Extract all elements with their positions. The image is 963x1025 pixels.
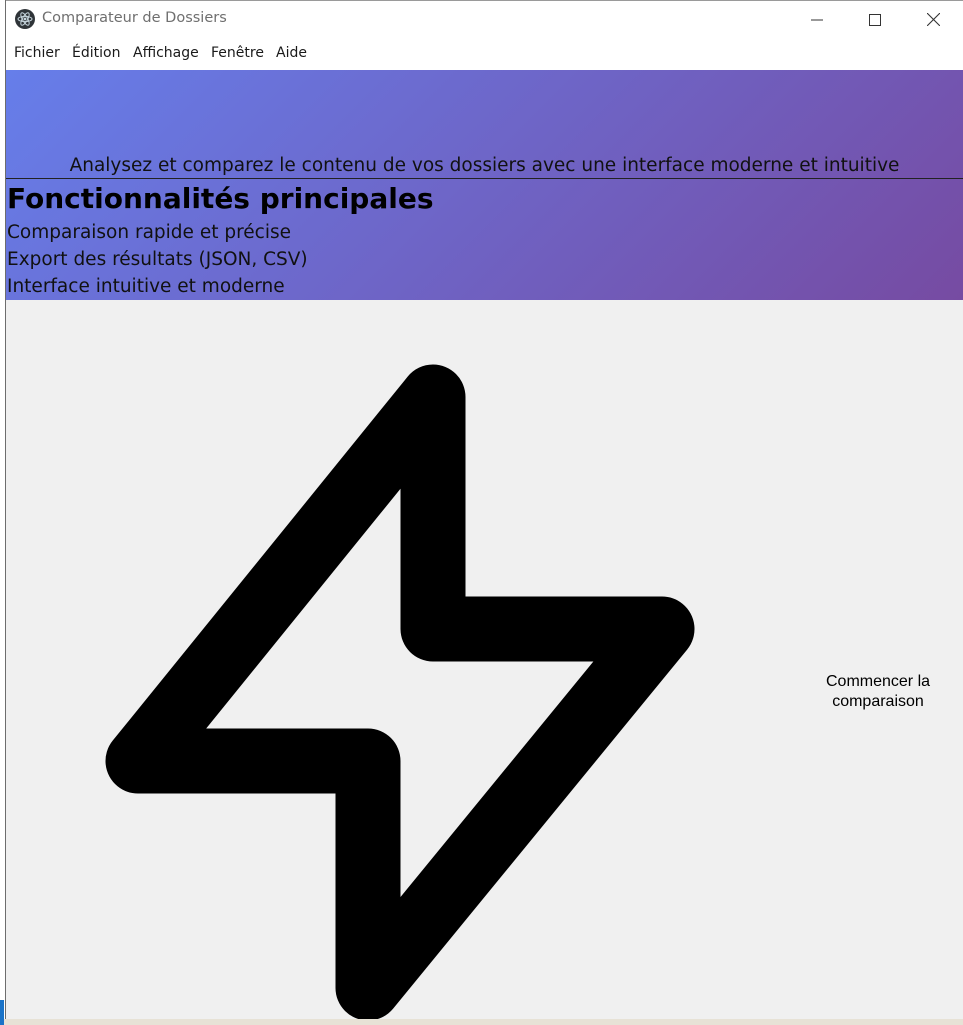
hero-banner: Analysez et comparez le contenu de vos d… bbox=[6, 70, 963, 300]
title-bar[interactable]: Comparateur de Dossiers bbox=[6, 0, 963, 38]
hero-subtitle: Analysez et comparez le contenu de vos d… bbox=[69, 155, 900, 176]
features-title: Fonctionnalités principales bbox=[7, 182, 434, 215]
start-button-label-line1: Commencer la bbox=[825, 673, 931, 690]
maximize-button[interactable] bbox=[846, 1, 904, 38]
close-icon bbox=[926, 13, 940, 26]
start-comparison-button[interactable]: Commencer la comparaison bbox=[796, 672, 960, 712]
menu-fenetre[interactable]: Fenêtre bbox=[211, 45, 264, 61]
app-window: Comparateur de Dossiers Fichier Édition … bbox=[0, 0, 963, 1025]
taskbar-indicator bbox=[0, 1000, 4, 1025]
close-button[interactable] bbox=[904, 1, 962, 38]
window-title: Comparateur de Dossiers bbox=[42, 10, 227, 26]
taskbar-strip bbox=[0, 1019, 963, 1025]
minimize-icon bbox=[811, 19, 823, 20]
feature-item: Export des résultats (JSON, CSV) bbox=[7, 249, 308, 270]
start-button-label-line2: comparaison bbox=[832, 693, 924, 710]
lightning-bolt-icon bbox=[105, 364, 695, 1019]
main-content: Commencer la comparaison bbox=[6, 300, 963, 1019]
feature-item: Comparaison rapide et précise bbox=[7, 222, 291, 243]
electron-app-icon bbox=[15, 9, 35, 29]
menu-edition[interactable]: Édition bbox=[72, 45, 120, 61]
menu-aide[interactable]: Aide bbox=[276, 45, 307, 61]
menu-affichage[interactable]: Affichage bbox=[133, 45, 199, 61]
divider bbox=[6, 178, 963, 179]
maximize-icon bbox=[869, 13, 881, 26]
minimize-button[interactable] bbox=[788, 1, 846, 38]
menu-bar: Fichier Édition Affichage Fenêtre Aide bbox=[6, 38, 963, 70]
menu-fichier[interactable]: Fichier bbox=[14, 45, 60, 61]
window-left-edge bbox=[0, 0, 6, 1025]
feature-item: Interface intuitive et moderne bbox=[7, 276, 285, 297]
